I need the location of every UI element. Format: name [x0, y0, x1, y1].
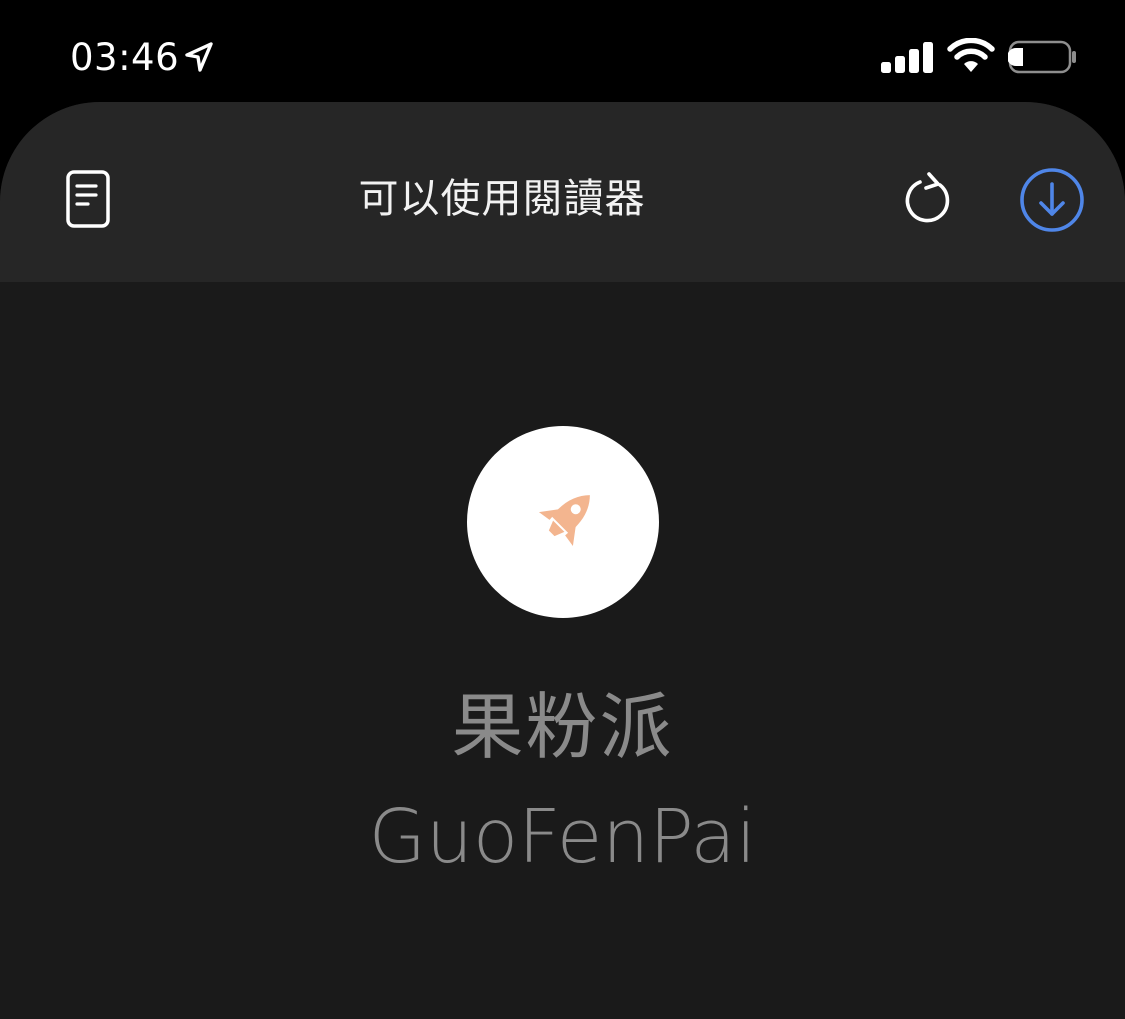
nav-bar: 可以使用閱讀器: [0, 102, 1125, 282]
wifi-icon: [947, 38, 995, 72]
reload-icon[interactable]: [896, 168, 960, 232]
site-name-english: GuoFenPai: [368, 794, 757, 880]
site-name-chinese: 果粉派: [451, 685, 674, 769]
rocket-icon: [538, 495, 590, 547]
site-logo: [467, 426, 659, 618]
location-arrow-icon: [185, 42, 213, 72]
download-circle-icon[interactable]: [1016, 164, 1088, 236]
status-bar: 03:46: [0, 0, 1125, 102]
status-time: 03:46: [70, 36, 180, 79]
reader-document-icon[interactable]: [58, 164, 118, 230]
page-title: 可以使用閱讀器: [358, 176, 646, 222]
battery-low-icon: [1008, 40, 1076, 74]
browser-sheet: 可以使用閱讀器 果粉派 GuoFenPai: [0, 102, 1125, 1019]
cellular-signal-icon: [881, 42, 933, 73]
